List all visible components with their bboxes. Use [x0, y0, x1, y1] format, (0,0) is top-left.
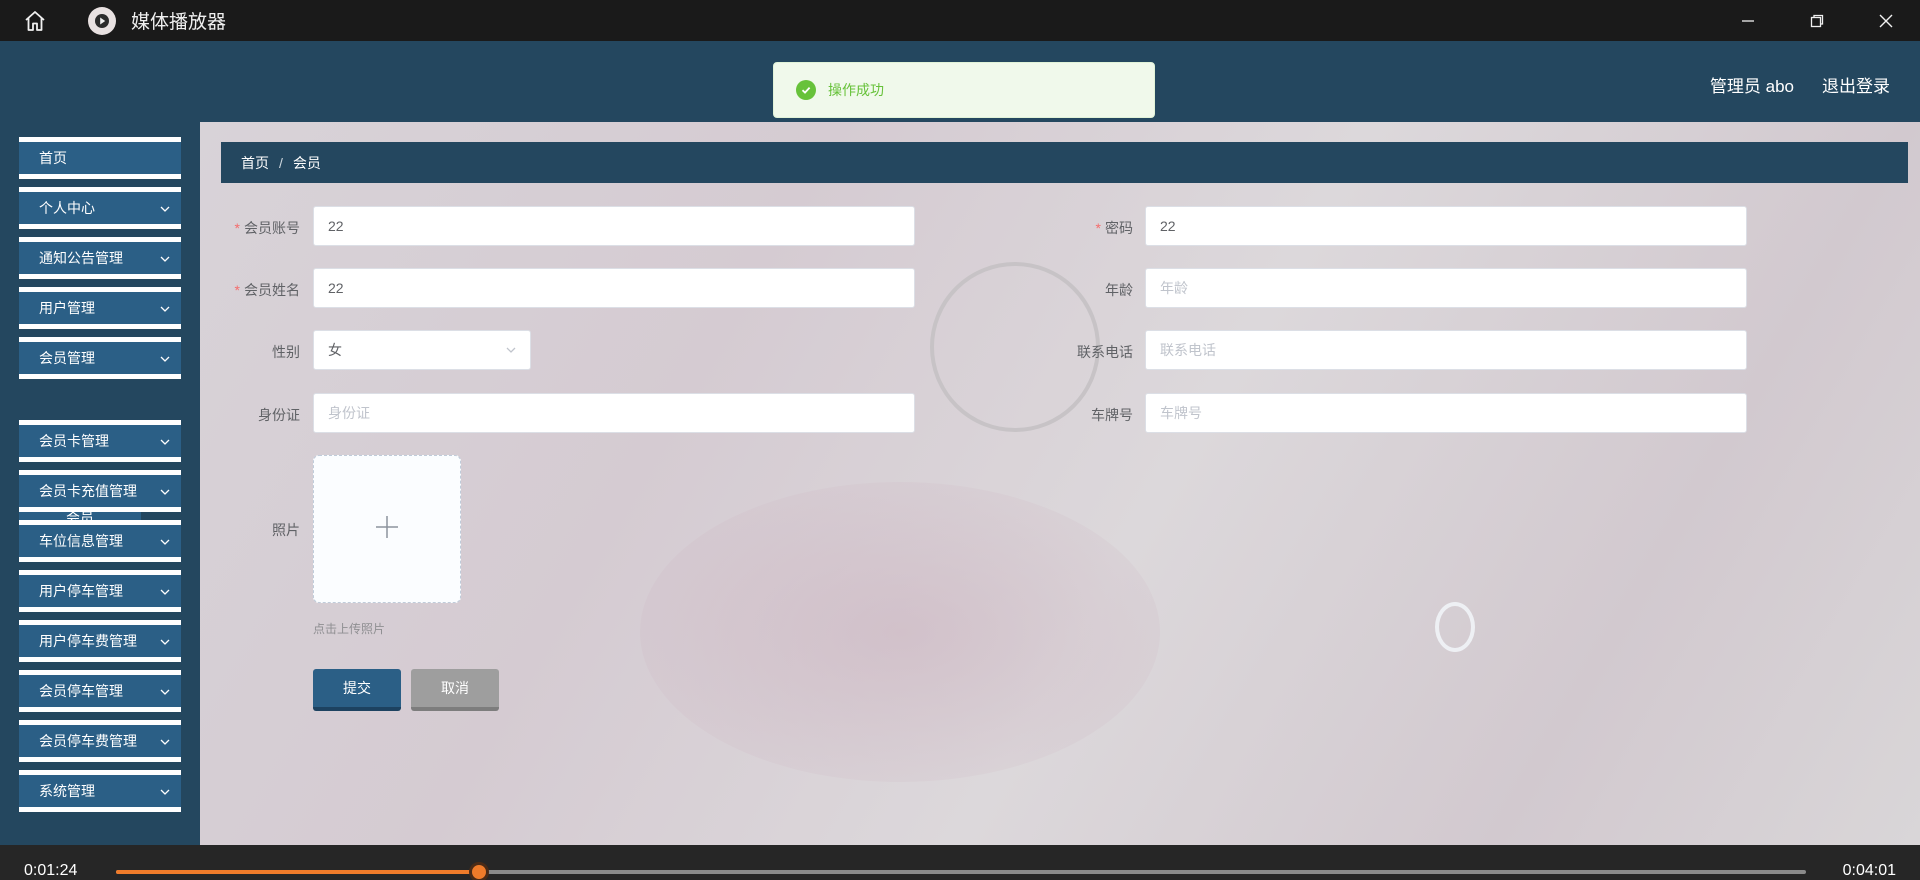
id-card-field[interactable]: 身份证 [313, 393, 915, 433]
sidebar-item-label: 车位信息管理 [39, 533, 123, 549]
sidebar-item-label: 用户管理 [39, 300, 95, 316]
minimize-icon[interactable] [1713, 0, 1782, 41]
chevron-down-icon [504, 343, 518, 360]
player-controls: 0:01:24 0:04:01 [0, 845, 1920, 880]
seek-handle[interactable] [469, 862, 490, 880]
sidebar-item-label: 通知公告管理 [39, 250, 123, 266]
chevron-down-icon [159, 202, 171, 218]
app-title: 媒体播放器 [131, 12, 227, 33]
sidebar-item-label: 会员停车费管理 [39, 733, 137, 749]
chevron-down-icon [159, 252, 171, 268]
chevron-down-icon [159, 352, 171, 368]
chevron-down-icon [159, 635, 171, 651]
check-circle-icon [796, 80, 816, 100]
success-toast: 操作成功 [773, 62, 1155, 118]
sidebar-item-member-cards[interactable]: 会员卡管理 [19, 420, 181, 462]
sidebar-item-home[interactable]: 首页 [19, 137, 181, 179]
window-controls [1713, 0, 1920, 41]
sidebar-item-label: 用户停车费管理 [39, 633, 137, 649]
age-label: 年龄 [1105, 282, 1133, 298]
sidebar-item-notice[interactable]: 通知公告管理 [19, 237, 181, 279]
sidebar-item-member-parking-fees[interactable]: 会员停车费管理 [19, 720, 181, 762]
seek-progress [116, 870, 480, 874]
chevron-down-icon [159, 435, 171, 451]
main-content: 首页 / 会员 * 会员账号 22 * 密码 22 * 会员姓名 22 年龄 年龄 性… [200, 122, 1920, 845]
logout-link[interactable]: 退出登录 [1822, 72, 1890, 97]
sidebar-item-user-parking-fees[interactable]: 用户停车费管理 [19, 620, 181, 662]
chevron-down-icon [159, 785, 171, 801]
sidebar-item-label: 用户停车管理 [39, 583, 123, 599]
account-field[interactable]: 22 [313, 206, 915, 246]
plus-icon [374, 514, 400, 545]
submit-button[interactable]: 提交 [313, 669, 401, 711]
total-time: 0:04:01 [1842, 862, 1896, 879]
password-label: * 密码 [1095, 220, 1133, 236]
plate-label: 车牌号 [1091, 407, 1133, 423]
sidebar-item-label: 会员卡管理 [39, 433, 109, 449]
photo-label: 照片 [272, 522, 300, 538]
phone-field[interactable]: 联系电话 [1145, 330, 1747, 370]
sidebar-item-system[interactable]: 系统管理 [19, 770, 181, 812]
sidebar-item-users[interactable]: 用户管理 [19, 287, 181, 329]
chevron-down-icon [159, 585, 171, 601]
name-field[interactable]: 22 [313, 268, 915, 308]
name-label: * 会员姓名 [234, 282, 300, 298]
sidebar-item-card-recharge[interactable]: 会员卡充值管理 [19, 470, 181, 512]
breadcrumb-home[interactable]: 首页 [241, 153, 269, 173]
phone-label: 联系电话 [1077, 344, 1133, 360]
sidebar-item-label: 个人中心 [39, 200, 95, 216]
sidebar-item-label: 会员停车管理 [39, 683, 123, 699]
sidebar-item-label: 系统管理 [39, 783, 95, 799]
sidebar-item-user-parking[interactable]: 用户停车管理 [19, 570, 181, 612]
toast-message: 操作成功 [828, 82, 884, 98]
sidebar-item-label: 会员管理 [39, 350, 95, 366]
background-decoration [1435, 602, 1475, 652]
chevron-down-icon [159, 685, 171, 701]
gender-value: 女 [328, 342, 342, 358]
upload-tip: 点击上传照片 [313, 622, 386, 636]
chevron-down-icon [159, 302, 171, 318]
photo-upload[interactable] [313, 455, 461, 603]
restore-icon[interactable] [1782, 0, 1851, 41]
gender-select[interactable]: 女 [313, 330, 531, 370]
play-icon [88, 6, 116, 35]
sidebar-item-label: 首页 [39, 150, 67, 166]
breadcrumb-separator: / [279, 154, 283, 171]
home-icon[interactable] [0, 0, 70, 41]
chevron-down-icon [159, 485, 171, 501]
sidebar-item-personal-center[interactable]: 个人中心 [19, 187, 181, 229]
sidebar-item-members[interactable]: 会员管理 [19, 337, 181, 379]
sidebar-item-member-parking[interactable]: 会员停车管理 [19, 670, 181, 712]
close-icon[interactable] [1851, 0, 1920, 41]
background-decoration [640, 482, 1160, 782]
cancel-button[interactable]: 取消 [411, 669, 499, 711]
player-titlebar: 媒体播放器 [0, 0, 1920, 41]
account-label: * 会员账号 [234, 220, 300, 236]
seek-bar[interactable] [116, 862, 1806, 880]
breadcrumb: 首页 / 会员 [221, 142, 1908, 183]
elapsed-time: 0:01:24 [24, 862, 78, 879]
gender-label: 性别 [272, 344, 300, 360]
breadcrumb-current: 会员 [292, 154, 321, 171]
plate-field[interactable]: 车牌号 [1145, 393, 1747, 433]
current-user[interactable]: 管理员 abo [1710, 72, 1794, 97]
sidebar-item-label: 会员卡充值管理 [39, 483, 137, 499]
sidebar-item-parking-spaces[interactable]: 车位信息管理 [19, 520, 181, 562]
id-card-label: 身份证 [258, 407, 300, 423]
password-field[interactable]: 22 [1145, 206, 1747, 246]
age-field[interactable]: 年龄 [1145, 268, 1747, 308]
sidebar: 首页 个人中心 通知公告管理 用户管理 会员管理 会员 会员卡管理 会员卡充值管… [0, 122, 200, 845]
chevron-down-icon [159, 735, 171, 751]
chevron-down-icon [159, 535, 171, 551]
